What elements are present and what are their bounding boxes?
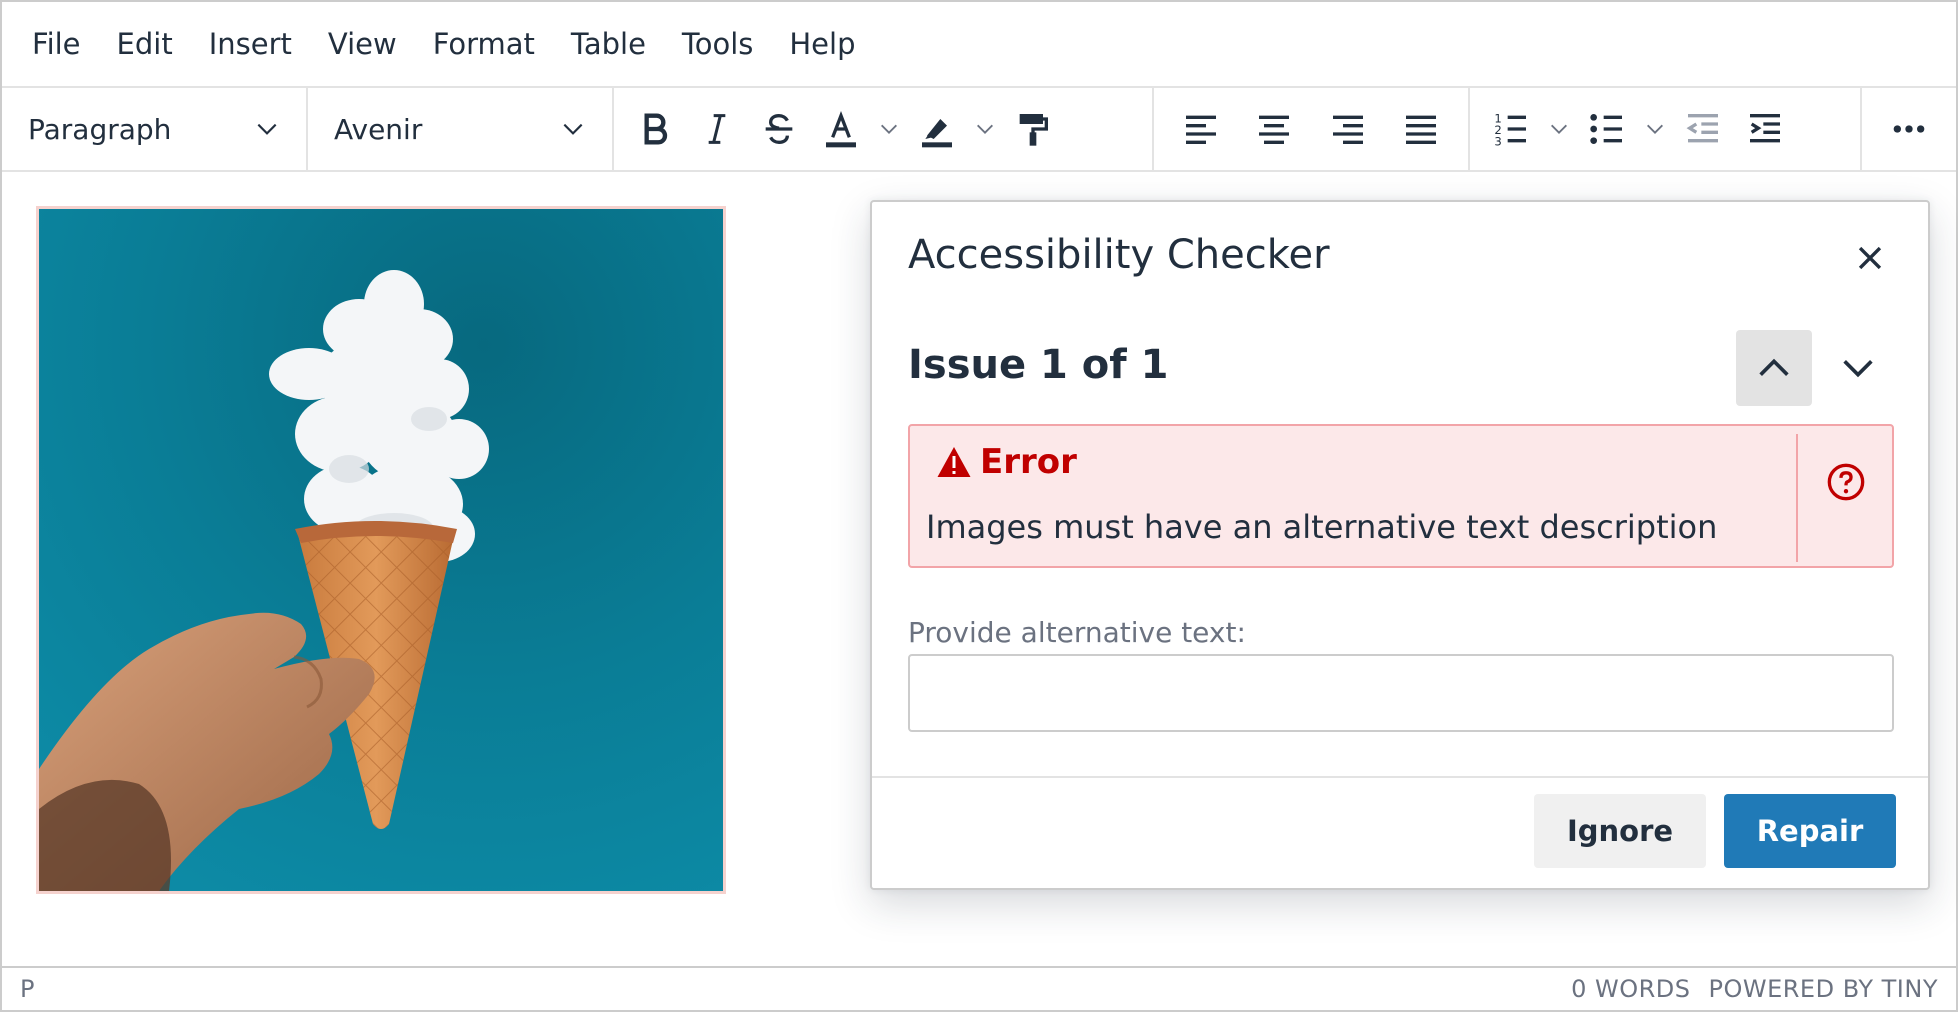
toolbar: Paragraph Avenir 1 2 3 (2, 88, 1956, 172)
strikethrough-icon (765, 113, 793, 145)
more-button[interactable] (1878, 98, 1940, 160)
toolbar-group-font: Avenir (308, 88, 614, 170)
chevron-up-icon (1759, 358, 1789, 376)
chevron-down-icon (881, 124, 897, 134)
word-count[interactable]: 0 WORDS (1571, 975, 1690, 1003)
editor-container: File Edit Insert View Format Table Tools… (0, 0, 1958, 1012)
error-header: Error (936, 442, 1077, 482)
error-panel: Error Images must have an alternative te… (908, 424, 1894, 568)
font-family-value: Avenir (334, 112, 423, 146)
numbered-list-icon: 123 (1494, 111, 1526, 149)
svg-text:3: 3 (1494, 135, 1501, 149)
numbered-list-button[interactable]: 123 (1480, 98, 1542, 160)
help-button[interactable] (1814, 450, 1878, 514)
bold-icon (644, 113, 668, 145)
block-format-select[interactable]: Paragraph (12, 99, 296, 159)
italic-icon (708, 114, 726, 144)
error-message: Images must have an alternative text des… (926, 508, 1718, 546)
chevron-down-icon (1551, 124, 1567, 134)
accessibility-checker-dialog: Accessibility Checker Issue 1 of 1 Error… (870, 200, 1930, 890)
chevron-down-icon (257, 123, 277, 135)
statusbar-right: 0 WORDS POWERED BY TINY (1571, 975, 1938, 1003)
element-path[interactable]: P (20, 975, 34, 1003)
menu-file[interactable]: File (14, 16, 99, 72)
toolbar-group-align (1154, 88, 1470, 170)
highlight-dropdown[interactable] (968, 98, 1002, 160)
align-center-button[interactable] (1244, 98, 1306, 160)
bullet-list-dropdown[interactable] (1638, 98, 1672, 160)
bullet-list-button[interactable] (1576, 98, 1638, 160)
strikethrough-button[interactable] (748, 98, 810, 160)
format-painter-icon (1019, 114, 1048, 146)
chevron-down-icon (977, 124, 993, 134)
close-icon (1858, 246, 1882, 270)
next-issue-button[interactable] (1820, 330, 1896, 406)
warning-icon (937, 447, 971, 477)
highlight-icon (922, 119, 952, 148)
ignore-button[interactable]: Ignore (1534, 794, 1706, 868)
align-justify-icon (1406, 115, 1437, 144)
error-label: Error (980, 442, 1077, 482)
indent-icon (1750, 114, 1780, 143)
alt-text-input[interactable] (908, 654, 1894, 732)
more-icon (1893, 125, 1925, 133)
chevron-down-icon (563, 123, 583, 135)
menu-edit[interactable]: Edit (99, 16, 191, 72)
dialog-footer-divider (872, 776, 1928, 778)
menubar: File Edit Insert View Format Table Tools… (2, 2, 1956, 88)
font-family-select[interactable]: Avenir (318, 99, 602, 159)
statusbar: P 0 WORDS POWERED BY TINY (2, 966, 1956, 1010)
alt-text-label: Provide alternative text: (908, 616, 1246, 649)
issue-counter: Issue 1 of 1 (908, 342, 1169, 388)
ice-cream-cloud-image (39, 209, 723, 891)
dialog-title: Accessibility Checker (908, 232, 1330, 278)
text-color-button[interactable] (810, 98, 872, 160)
outdent-icon (1686, 114, 1718, 143)
chevron-down-icon (1843, 360, 1873, 378)
align-left-icon (1185, 115, 1216, 144)
text-color-icon (826, 111, 856, 148)
toolbar-group-block: Paragraph (2, 88, 308, 170)
menu-format[interactable]: Format (415, 16, 553, 72)
previous-issue-button[interactable] (1736, 330, 1812, 406)
align-justify-button[interactable] (1391, 98, 1453, 160)
format-painter-button[interactable] (1002, 98, 1064, 160)
toolbar-group-formatting (614, 88, 1154, 170)
block-format-value: Paragraph (28, 112, 172, 146)
toolbar-group-more (1862, 88, 1956, 170)
align-center-icon (1259, 115, 1290, 144)
menu-insert[interactable]: Insert (191, 16, 310, 72)
highlight-button[interactable] (906, 98, 968, 160)
close-button[interactable] (1840, 228, 1900, 288)
menu-help[interactable]: Help (771, 16, 873, 72)
indent-button[interactable] (1734, 98, 1796, 160)
menu-tools[interactable]: Tools (664, 16, 771, 72)
help-icon (1827, 463, 1865, 501)
repair-button[interactable]: Repair (1724, 794, 1896, 868)
italic-button[interactable] (686, 98, 748, 160)
powered-by-link[interactable]: POWERED BY TINY (1709, 975, 1939, 1003)
toolbar-group-lists: 123 (1470, 88, 1862, 170)
bullet-list-icon (1590, 114, 1622, 144)
align-right-icon (1332, 115, 1363, 144)
bold-button[interactable] (624, 98, 686, 160)
outdent-button[interactable] (1672, 98, 1734, 160)
content-image[interactable] (36, 206, 726, 894)
error-divider (1796, 434, 1798, 562)
menu-table[interactable]: Table (553, 16, 664, 72)
numbered-list-dropdown[interactable] (1542, 98, 1576, 160)
align-right-button[interactable] (1317, 98, 1379, 160)
text-color-dropdown[interactable] (872, 98, 906, 160)
menu-view[interactable]: View (310, 16, 415, 72)
chevron-down-icon (1647, 124, 1663, 134)
align-left-button[interactable] (1170, 98, 1232, 160)
